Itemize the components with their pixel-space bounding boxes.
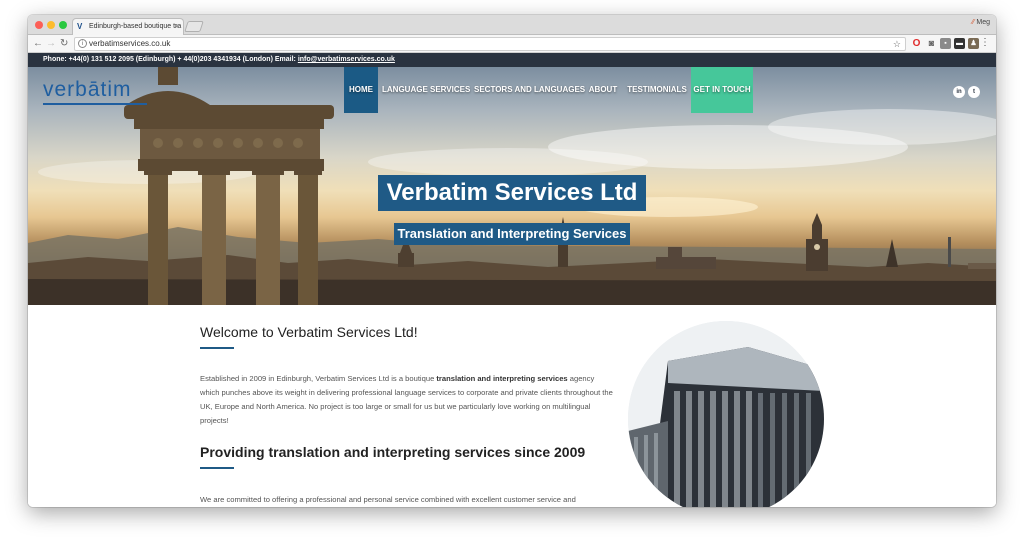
nav-home[interactable]: HOME <box>344 67 378 113</box>
reload-icon[interactable]: ↻ <box>60 37 68 50</box>
address-bar[interactable]: i verbatimservices.co.uk ☆ <box>74 37 906 51</box>
nav-sectors-and-languages[interactable]: SECTORS AND LANGUAGES <box>474 67 585 113</box>
person-extension-icon[interactable]: ♟ <box>968 38 979 49</box>
intro-text-start: Established in 2009 in Edinburgh, Verbat… <box>200 374 437 383</box>
welcome-heading: Welcome to Verbatim Services Ltd! <box>200 324 418 340</box>
browser-toolbar: ← → ↻ i verbatimservices.co.uk ☆ O ◙ ▪ ▬… <box>28 35 996 53</box>
close-window-button[interactable] <box>35 21 43 29</box>
favicon-icon: V <box>77 22 83 31</box>
back-arrow-icon[interactable]: ← <box>33 37 43 50</box>
url-text: verbatimservices.co.uk <box>89 39 171 48</box>
linkedin-icon[interactable]: in <box>953 86 965 98</box>
nav-language-services[interactable]: LANGUAGE SERVICES <box>382 67 470 113</box>
minimize-window-button[interactable] <box>47 21 55 29</box>
heading-divider <box>200 347 234 349</box>
tab-strip: V Edinburgh-based boutique tra × ⁄⁄ Meg <box>28 15 996 35</box>
forward-arrow-icon[interactable]: → <box>46 37 56 50</box>
commitment-paragraph: We are committed to offering a professio… <box>200 495 576 504</box>
profile-button[interactable]: ⁄⁄ Meg <box>972 19 990 26</box>
nav-get-in-touch[interactable]: GET IN TOUCH <box>691 67 753 113</box>
profile-icon: ⁄⁄ <box>972 19 975 26</box>
office-building-image <box>628 321 824 507</box>
topbar-email-link[interactable]: info@verbatimservices.co.uk <box>298 56 395 63</box>
hero-subtitle: Translation and Interpreting Services <box>394 223 630 245</box>
camera-extension-icon[interactable]: ◙ <box>926 38 937 49</box>
main-navigation: verbātim HOME LANGUAGE SERVICES SECTORS … <box>28 67 996 113</box>
nav-testimonials[interactable]: TESTIMONIALS <box>626 67 688 113</box>
opera-extension-icon[interactable]: O <box>911 38 922 49</box>
main-content: Welcome to Verbatim Services Ltd! Establ… <box>28 305 996 507</box>
contact-topbar: Phone: +44(0) 131 512 2095 (Edinburgh) +… <box>28 53 996 67</box>
providing-heading: Providing translation and interpreting s… <box>200 444 585 460</box>
logo-underline <box>43 103 147 105</box>
star-icon[interactable]: ☆ <box>893 38 901 50</box>
intro-paragraph: Established in 2009 in Edinburgh, Verbat… <box>200 372 614 428</box>
heading-divider <box>200 467 234 469</box>
new-tab-button[interactable] <box>184 21 204 32</box>
providing-heading-bold: translation and interpreting services <box>268 444 511 460</box>
hero-title: Verbatim Services Ltd <box>378 175 646 211</box>
nav-about[interactable]: ABOUT <box>586 67 620 113</box>
providing-heading-start: Providing <box>200 444 269 460</box>
profile-name: Meg <box>976 19 990 26</box>
browser-window: V Edinburgh-based boutique tra × ⁄⁄ Meg ←… <box>28 15 996 507</box>
tab-close-icon[interactable]: × <box>174 19 179 35</box>
maximize-window-button[interactable] <box>59 21 67 29</box>
providing-heading-end: since 2009 <box>510 444 586 460</box>
intro-text-bold: translation and interpreting services <box>436 374 568 383</box>
web-page: Phone: +44(0) 131 512 2095 (Edinburgh) +… <box>28 53 996 507</box>
bookmark-extension-icon[interactable]: ▬ <box>954 38 965 49</box>
topbar-phone: Phone: +44(0) 131 512 2095 (Edinburgh) +… <box>43 56 298 63</box>
info-icon[interactable]: i <box>78 39 87 48</box>
badge-extension-icon[interactable]: ▪ <box>940 38 951 49</box>
menu-dots-icon[interactable]: ⋮ <box>980 37 990 48</box>
browser-tab[interactable]: V Edinburgh-based boutique tra × <box>72 18 184 35</box>
twitter-icon[interactable]: t <box>968 86 980 98</box>
tab-title: Edinburgh-based boutique tra <box>89 23 182 30</box>
site-logo[interactable]: verbātim <box>43 78 132 102</box>
